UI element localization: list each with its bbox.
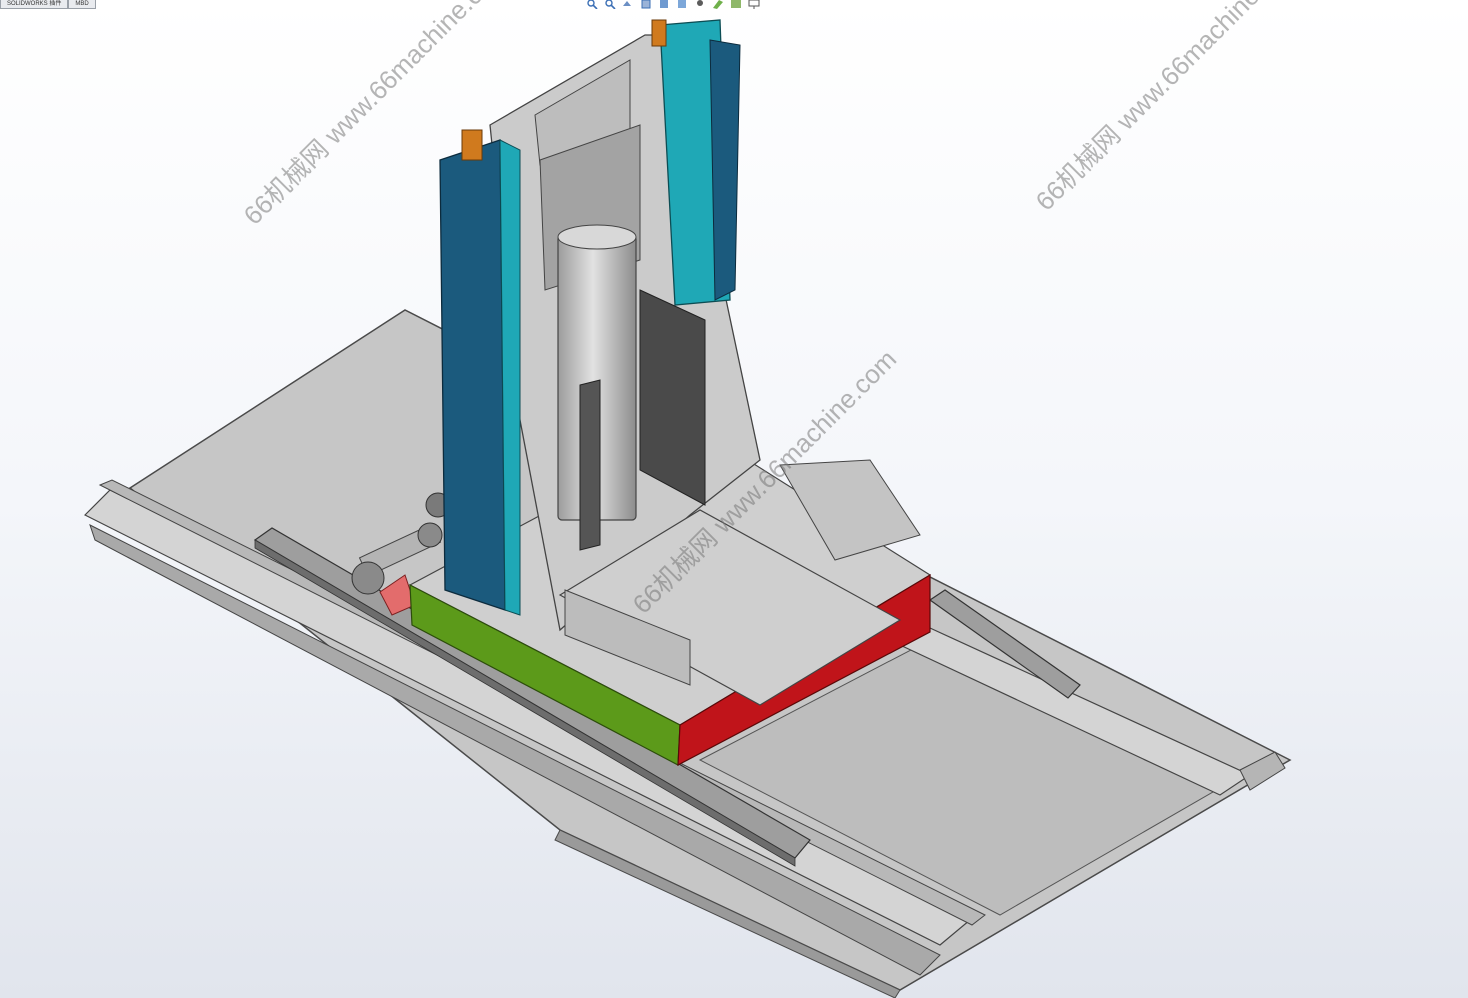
model-viewport[interactable]: 66机械网 www.66machine.com 66机械网 www.66mach… bbox=[0, 0, 1468, 998]
watermark-5: 66机械网 www.66machine.com bbox=[1030, 0, 1306, 216]
